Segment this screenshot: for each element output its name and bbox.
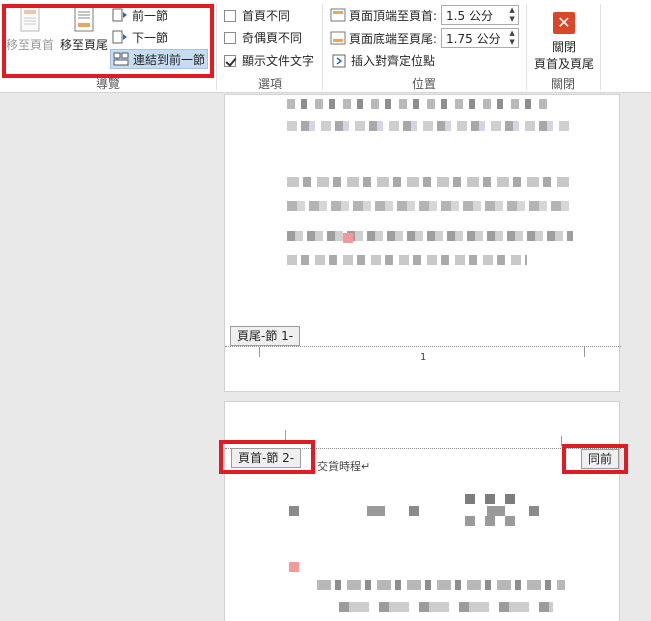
different-first-page-checkbox[interactable]: 首頁不同 — [224, 7, 290, 24]
text-line — [289, 562, 299, 572]
header-from-top-input[interactable]: 1.5 公分 ▲ ▼ — [441, 5, 520, 25]
show-document-text-box[interactable] — [224, 54, 236, 67]
insert-alignment-tab-label: 插入對齊定位點 — [351, 54, 436, 68]
spin-up-icon[interactable]: ▲ — [506, 29, 518, 38]
text-line — [465, 494, 525, 504]
navigation-group-label: 導覽 — [95, 77, 120, 91]
different-first-page-box[interactable] — [224, 9, 236, 22]
text-line — [317, 580, 565, 590]
footer-from-bottom-input[interactable]: 1.75 公分 ▲ ▼ — [441, 28, 520, 48]
footer-section-tag: 頁尾-節 1- — [230, 326, 301, 346]
different-first-page-label: 首頁不同 — [242, 9, 291, 23]
footer-from-bottom-label: 頁面底端至頁尾: — [349, 31, 438, 46]
link-to-previous-icon — [113, 52, 129, 66]
previous-section-button[interactable]: 前一節 — [112, 5, 168, 25]
left-margin-mark — [285, 430, 286, 442]
different-odd-even-label: 奇偶頁不同 — [242, 31, 303, 45]
close-icon: ✕ — [553, 12, 575, 34]
go-to-footer-label: 移至頁尾 — [59, 38, 108, 52]
alignment-tab-icon — [332, 54, 348, 68]
close-header-footer-button[interactable]: ✕ 關閉 頁首及頁尾 — [532, 8, 596, 72]
text-line — [339, 602, 553, 612]
close-label-line1: 關閉 — [551, 40, 576, 54]
spin-down-icon[interactable]: ▼ — [506, 38, 518, 47]
same-as-previous-tag: 同前 — [581, 449, 620, 469]
text-line — [289, 506, 571, 516]
header-from-top-label: 頁面頂端至頁首: — [349, 8, 438, 23]
document-page-2: 頁首-節 2- 交貨時程↵ 同前 — [224, 401, 621, 621]
footer-from-bottom-value: 1.75 公分 — [446, 31, 501, 46]
text-line — [287, 177, 569, 187]
text-line — [287, 231, 573, 241]
link-to-previous-button[interactable]: 連結到前一節 — [110, 49, 209, 69]
next-section-button[interactable]: 下一節 — [112, 27, 168, 47]
go-to-header-icon — [20, 6, 40, 32]
close-group-label: 關閉 — [550, 77, 575, 91]
options-group-label: 選項 — [257, 77, 282, 91]
different-odd-even-checkbox[interactable]: 奇偶頁不同 — [224, 29, 302, 46]
header-from-top-row: 頁面頂端至頁首: 1.5 公分 ▲ ▼ — [330, 5, 520, 25]
group-separator — [216, 4, 217, 90]
header-text: 交貨時程↵ — [317, 460, 371, 473]
previous-section-icon — [112, 8, 128, 22]
show-document-text-checkbox[interactable]: 顯示文件文字 — [224, 52, 314, 69]
text-line — [287, 255, 527, 265]
page-number: 1 — [420, 352, 427, 363]
right-margin-mark — [561, 436, 562, 446]
header-section-tag: 頁首-節 2- — [231, 448, 302, 468]
text-line — [287, 99, 553, 109]
next-section-icon — [112, 30, 128, 44]
footer-spin-arrows[interactable]: ▲ ▼ — [506, 29, 518, 47]
text-line — [465, 516, 515, 526]
go-to-footer-button[interactable]: 移至頁尾 — [58, 6, 110, 53]
header-spin-arrows[interactable]: ▲ ▼ — [506, 6, 518, 24]
footer-position-icon — [330, 31, 346, 45]
group-separator — [600, 4, 601, 90]
header-from-top-value: 1.5 公分 — [446, 8, 493, 23]
ribbon: 移至頁首 移至頁尾 前一節 下一節 連結到前一節 導覽 首頁不同 奇偶頁不同 顯… — [0, 0, 651, 93]
previous-section-label: 前一節 — [132, 8, 169, 23]
different-odd-even-box[interactable] — [224, 31, 236, 44]
link-to-previous-label: 連結到前一節 — [133, 52, 206, 67]
group-separator — [322, 4, 323, 90]
insert-alignment-tab-button[interactable]: 插入對齊定位點 — [332, 52, 435, 69]
text-line — [287, 201, 573, 211]
spin-up-icon[interactable]: ▲ — [506, 6, 518, 15]
show-document-text-label: 顯示文件文字 — [242, 54, 315, 68]
next-section-label: 下一節 — [132, 30, 169, 45]
footer-boundary-line — [225, 346, 621, 347]
text-line — [343, 233, 353, 243]
text-line — [287, 121, 573, 131]
go-to-header-label: 移至頁首 — [5, 38, 54, 52]
spin-down-icon[interactable]: ▼ — [506, 15, 518, 24]
left-margin-mark — [259, 347, 260, 357]
go-to-header-button[interactable]: 移至頁首 — [4, 6, 56, 53]
footer-from-bottom-row: 頁面底端至頁尾: 1.75 公分 ▲ ▼ — [330, 28, 520, 48]
right-margin-mark — [584, 347, 585, 357]
header-position-icon — [330, 8, 346, 22]
close-label-line2: 頁首及頁尾 — [533, 57, 594, 71]
document-page-1: 頁尾-節 1- 1 — [224, 94, 621, 392]
go-to-footer-icon — [74, 6, 94, 32]
group-separator — [526, 4, 527, 90]
position-group-label: 位置 — [411, 77, 436, 91]
